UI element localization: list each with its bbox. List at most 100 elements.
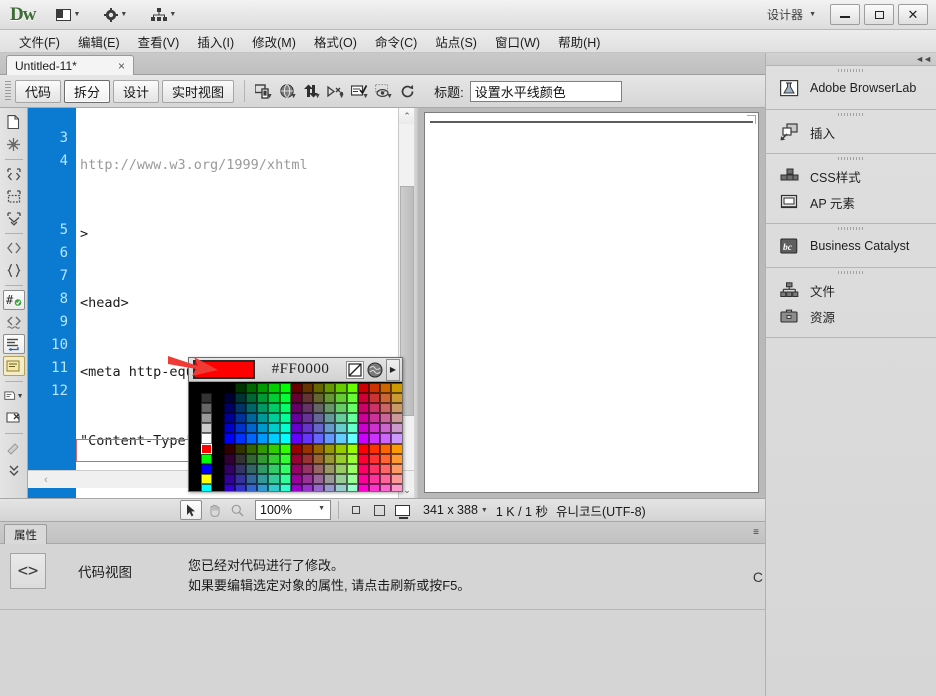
menu-view[interactable]: 查看(V) [129, 30, 189, 53]
palette-options-button[interactable]: ▶ [386, 358, 400, 381]
color-swatch[interactable] [346, 393, 358, 404]
design-document-canvas[interactable] [424, 112, 759, 493]
color-swatch[interactable] [391, 383, 402, 394]
color-swatch[interactable] [391, 433, 402, 444]
color-swatch-grid-container[interactable] [189, 382, 402, 491]
color-swatch[interactable] [313, 453, 325, 464]
color-swatch[interactable] [290, 433, 302, 444]
color-swatch[interactable] [223, 463, 235, 474]
scroll-up-icon[interactable]: ⌃ [399, 108, 414, 124]
color-swatch[interactable] [223, 413, 235, 424]
color-swatch[interactable] [380, 473, 392, 484]
panel-item-browserlab[interactable]: Adobe BrowserLab [766, 75, 936, 101]
panel-item-files[interactable]: 文件 [766, 277, 936, 303]
color-swatch[interactable] [190, 483, 202, 491]
preview-in-browser-button[interactable]: ▼ [276, 80, 298, 102]
color-swatch[interactable] [346, 453, 358, 464]
color-swatch[interactable] [324, 483, 336, 491]
color-swatch[interactable] [279, 443, 291, 454]
color-swatch[interactable] [190, 463, 202, 474]
color-swatch[interactable] [324, 423, 336, 434]
color-swatch[interactable] [357, 403, 369, 414]
color-swatch[interactable] [279, 393, 291, 404]
panel-item-insert[interactable]: 插入 [766, 119, 936, 145]
color-swatch[interactable] [223, 473, 235, 484]
color-swatch[interactable] [290, 403, 302, 414]
color-swatch[interactable] [369, 423, 381, 434]
properties-tab[interactable]: 属性 [4, 524, 47, 544]
color-swatch[interactable] [234, 433, 246, 444]
indent-code-icon[interactable] [3, 438, 25, 458]
color-swatch[interactable] [257, 433, 269, 444]
color-swatch[interactable] [301, 453, 314, 464]
remove-comment-icon[interactable] [2, 356, 25, 376]
color-swatch[interactable] [245, 403, 258, 414]
color-swatch[interactable] [268, 413, 280, 424]
color-swatch[interactable] [313, 483, 325, 491]
refresh-button[interactable]: C [753, 569, 763, 585]
color-swatch[interactable] [357, 433, 369, 444]
menu-commands[interactable]: 命令(C) [366, 30, 426, 53]
extend-dreamweaver-button[interactable]: ▼ [101, 6, 130, 24]
color-swatch[interactable] [391, 463, 402, 474]
color-swatch[interactable] [212, 463, 224, 474]
color-swatch[interactable] [357, 413, 369, 424]
color-swatch[interactable] [234, 443, 246, 454]
color-swatch[interactable] [391, 413, 402, 424]
color-swatch[interactable] [190, 403, 202, 414]
color-swatch[interactable] [279, 433, 291, 444]
panel-item-css-styles[interactable]: CSS样式 [766, 163, 936, 189]
color-swatch[interactable] [223, 443, 235, 454]
layout-switcher-button[interactable]: ▼ [53, 7, 83, 23]
color-swatch[interactable] [357, 453, 369, 464]
window-dimensions-label[interactable]: 341 x 388 [423, 503, 478, 517]
color-swatch[interactable] [212, 453, 224, 464]
minimize-button[interactable] [830, 4, 860, 25]
zoom-tool-button[interactable] [226, 500, 248, 520]
format-source-code-icon[interactable] [3, 460, 25, 480]
document-tab-untitled-11[interactable]: Untitled-11* × [6, 55, 134, 75]
color-swatch[interactable] [234, 453, 246, 464]
color-swatch[interactable] [190, 413, 202, 424]
panel-group-grip[interactable] [838, 227, 864, 230]
color-swatch[interactable] [201, 473, 213, 484]
color-swatch[interactable] [190, 423, 202, 434]
color-hex-value[interactable]: #FF0000 [255, 361, 346, 378]
color-swatch[interactable] [313, 433, 325, 444]
color-swatch[interactable] [245, 383, 258, 394]
menu-modify[interactable]: 修改(M) [243, 30, 305, 53]
color-swatch[interactable] [290, 443, 302, 454]
color-swatch[interactable] [234, 383, 246, 394]
site-management-button[interactable]: ▼ [148, 6, 179, 24]
small-window-size-button[interactable] [346, 501, 366, 519]
color-swatch[interactable] [313, 443, 325, 454]
color-swatch[interactable] [257, 463, 269, 474]
color-swatch[interactable] [313, 473, 325, 484]
zoom-level-select[interactable]: 100% ▼ [255, 500, 331, 520]
color-swatch[interactable] [290, 413, 302, 424]
color-swatch[interactable] [346, 403, 358, 414]
color-swatch[interactable] [223, 383, 235, 394]
color-swatch[interactable] [380, 443, 392, 454]
color-swatch[interactable] [268, 423, 280, 434]
scroll-left-icon[interactable]: ‹ [38, 472, 54, 488]
color-swatch[interactable] [245, 413, 258, 424]
color-swatch[interactable] [346, 413, 358, 424]
menu-help[interactable]: 帮助(H) [549, 30, 609, 53]
color-swatch[interactable] [369, 443, 381, 454]
color-swatch[interactable] [212, 473, 224, 484]
color-swatch[interactable] [201, 413, 213, 424]
color-swatch[interactable] [223, 483, 235, 491]
color-swatch[interactable] [369, 483, 381, 491]
medium-window-size-button[interactable] [369, 501, 389, 519]
color-swatch[interactable] [245, 393, 258, 404]
color-swatch[interactable] [190, 473, 202, 484]
color-swatch[interactable] [257, 403, 269, 414]
menu-edit[interactable]: 编辑(E) [69, 30, 129, 53]
color-swatch[interactable] [234, 473, 246, 484]
color-swatch[interactable] [324, 453, 336, 464]
color-swatch[interactable] [301, 423, 314, 434]
color-swatch[interactable] [301, 383, 314, 394]
color-swatch[interactable] [391, 453, 402, 464]
color-swatch[interactable] [391, 403, 402, 414]
